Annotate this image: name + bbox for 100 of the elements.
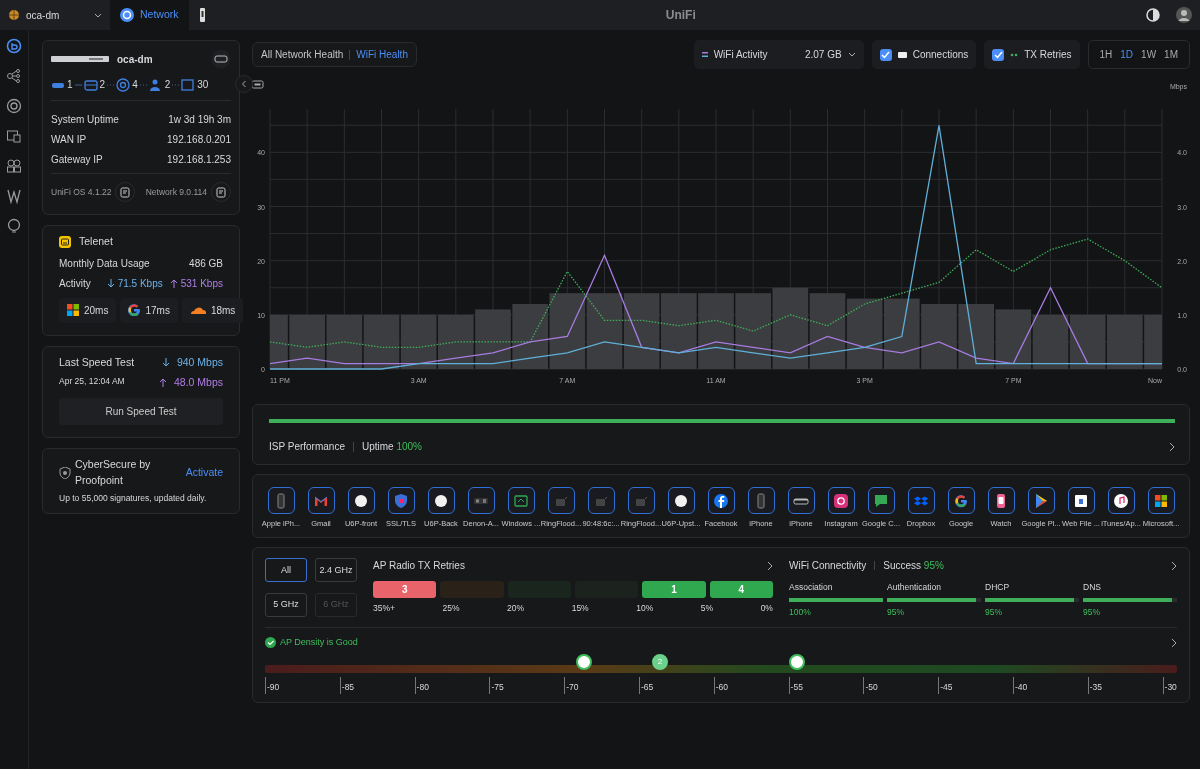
- collapse-button[interactable]: [235, 75, 253, 93]
- connections-bar: [958, 304, 994, 369]
- scale-tick: -55: [788, 677, 803, 694]
- metric-label: Authentication: [887, 581, 942, 594]
- windows-icon: [67, 304, 79, 317]
- scale-tick: -40: [1012, 677, 1028, 694]
- devices-icon[interactable]: [6, 128, 22, 144]
- range-tab[interactable]: 1D: [1117, 45, 1137, 64]
- chevron-icon[interactable]: [767, 560, 773, 571]
- range-tab[interactable]: 1H: [1096, 45, 1116, 64]
- device-count: 1: [67, 78, 73, 92]
- app-tab[interactable]: Network: [110, 0, 189, 30]
- scale-tick: -50: [863, 677, 878, 694]
- chevron-icon[interactable]: [1171, 637, 1177, 648]
- client-button[interactable]: [1107, 487, 1135, 514]
- bulb-icon[interactable]: [6, 218, 22, 234]
- device-icon: [198, 8, 206, 22]
- clients-icon[interactable]: [6, 158, 22, 174]
- stat-value: 486 GB: [189, 257, 223, 272]
- device-icon[interactable]: [211, 49, 231, 69]
- scale-tick: -90: [265, 677, 280, 694]
- metric-label: Association: [789, 581, 834, 594]
- theme-icon[interactable]: [1146, 8, 1160, 22]
- scale-tick: -80: [414, 677, 429, 694]
- scale-tick: -85: [339, 677, 355, 694]
- section-title: WiFi Connectivity: [789, 559, 867, 574]
- connections-bar: [475, 309, 511, 369]
- device-count: 2: [164, 78, 171, 92]
- band-button[interactable]: 2.4 GHz: [315, 558, 357, 583]
- client-button[interactable]: [427, 487, 455, 514]
- scale-tick: -75: [489, 677, 504, 694]
- legend-checkbox[interactable]: [879, 48, 892, 61]
- connections-bar: [884, 298, 920, 369]
- device-count: 30: [197, 78, 209, 92]
- caret-icon: [847, 52, 856, 57]
- file-icon: [1073, 492, 1089, 509]
- band-button[interactable]: 5 GHz: [265, 592, 307, 617]
- latency-value: 18ms: [210, 303, 236, 318]
- cybersecure-description: Up to 55,000 signatures, updated daily.: [59, 491, 208, 505]
- notes-icon: [216, 186, 226, 198]
- scale-tick: -60: [713, 677, 729, 694]
- globe-icon: [8, 9, 20, 21]
- monitor-icon: [181, 77, 196, 92]
- dashboard-icon[interactable]: [6, 38, 22, 54]
- uptime-text: Uptime 100%: [361, 440, 422, 454]
- scale-tick: -65: [639, 677, 654, 694]
- site-selector[interactable]: oca-dm: [0, 0, 110, 30]
- ap-marker[interactable]: [788, 654, 805, 671]
- scale-label: 20%: [507, 602, 525, 615]
- client-button[interactable]: [667, 487, 695, 514]
- client-button[interactable]: [707, 487, 735, 514]
- device-name: oca-dm: [117, 52, 153, 67]
- client-button[interactable]: [1067, 487, 1095, 514]
- band-button[interactable]: All: [265, 558, 307, 583]
- chevron-icon[interactable]: [1171, 560, 1177, 571]
- radar-icon[interactable]: [6, 98, 22, 114]
- client-button[interactable]: [1027, 487, 1055, 514]
- check-icon: [881, 50, 891, 59]
- client-button[interactable]: [1147, 487, 1175, 514]
- scale-tick: -70: [564, 677, 579, 694]
- range-tab[interactable]: 1W: [1138, 45, 1160, 64]
- network-icon: [120, 8, 134, 22]
- connections-bar: [1032, 314, 1069, 369]
- connections-bar: [846, 298, 883, 369]
- health-tab[interactable]: WiFi Health: [352, 47, 412, 62]
- connections-bar: [363, 314, 400, 369]
- app-title: UniFi: [664, 7, 697, 24]
- speed-test-date: Apr 25, 12:04 AM: [59, 374, 126, 388]
- upload-rate: 531 Kbps: [180, 277, 223, 292]
- chevron-icon[interactable]: [1169, 441, 1175, 452]
- upload-speed: 48.0 Mbps: [173, 374, 223, 390]
- client-button[interactable]: [947, 487, 975, 514]
- metric-value: 95%: [887, 606, 905, 619]
- client-button[interactable]: [347, 487, 375, 514]
- scale-label: 5%: [700, 602, 714, 615]
- avatar-icon[interactable]: [1176, 7, 1192, 23]
- activity-dropdown[interactable]: WiFi Activity 2.07 GB: [693, 40, 864, 69]
- stat-label: System Uptime: [51, 112, 119, 127]
- client-button[interactable]: [787, 487, 815, 514]
- insights-icon[interactable]: [6, 188, 22, 204]
- instagram-icon: [833, 492, 849, 509]
- run-speed-test-button[interactable]: Run Speed Test: [59, 398, 223, 426]
- music-icon: [1113, 492, 1129, 509]
- health-tab[interactable]: All Network Health: [257, 47, 348, 62]
- activate-link[interactable]: Activate: [185, 465, 223, 481]
- link-line: [139, 81, 147, 88]
- ap-marker[interactable]: [576, 654, 593, 671]
- download-rate: 71.5 Kbps: [117, 277, 163, 292]
- range-tab[interactable]: 1M: [1161, 45, 1181, 64]
- download-arrow-icon: [162, 358, 169, 368]
- scale-tick: -45: [938, 677, 953, 694]
- upload-arrow-icon: [159, 377, 166, 387]
- legend-checkbox[interactable]: [992, 48, 1005, 61]
- client-button[interactable]: [987, 487, 1015, 514]
- topology-icon[interactable]: [6, 68, 22, 84]
- client-button[interactable]: [827, 487, 855, 514]
- scale-label: 15%: [571, 602, 589, 615]
- play-store-icon: [1033, 492, 1049, 509]
- isp-name: Telenet: [79, 234, 113, 249]
- client-button[interactable]: [867, 487, 895, 514]
